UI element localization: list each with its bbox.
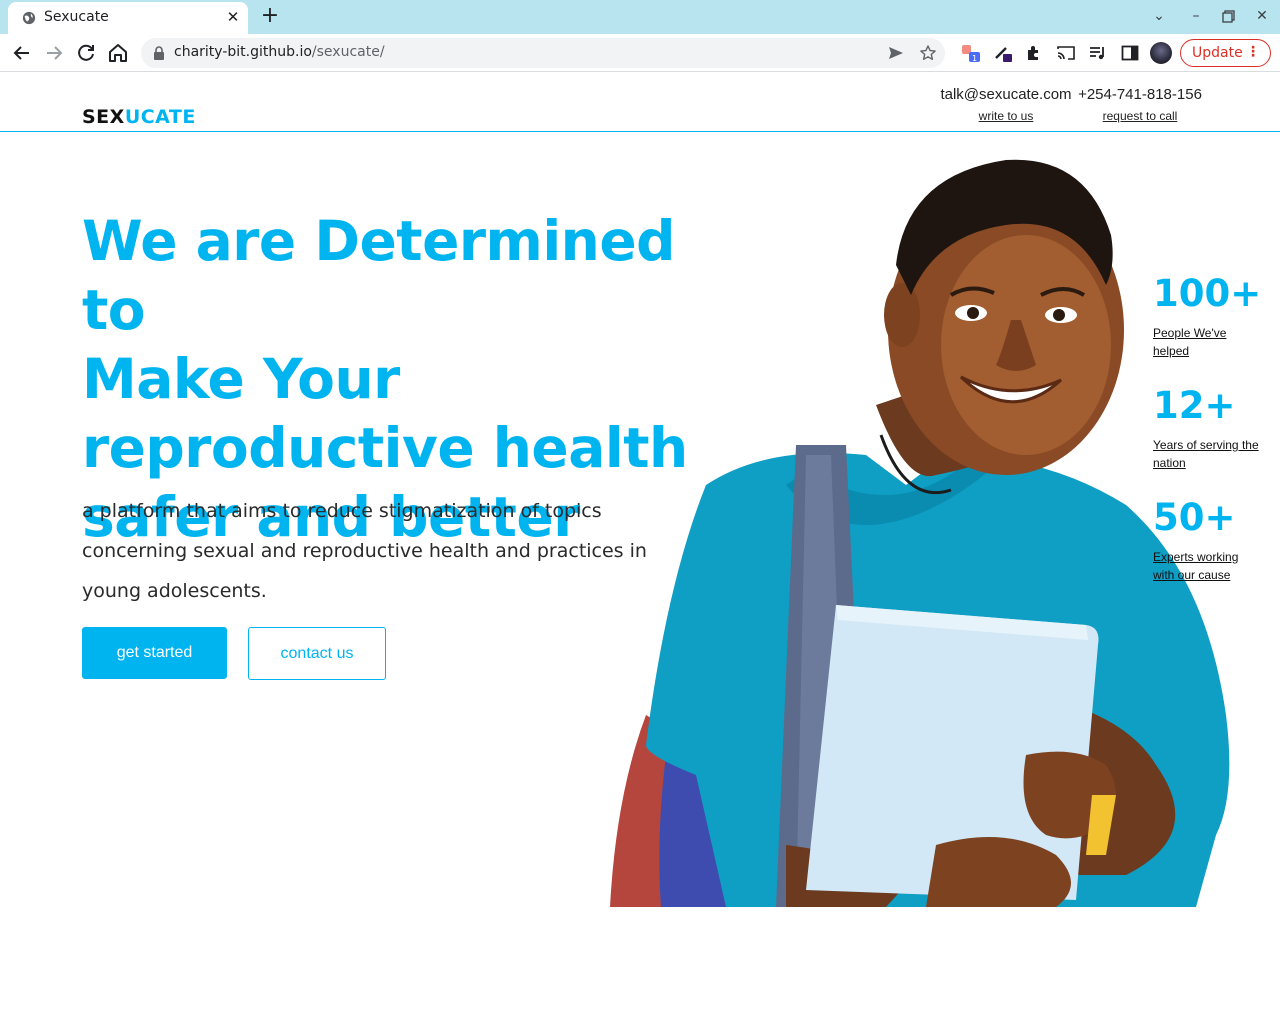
site-logo[interactable]: SEXUCATE [82,106,196,128]
home-icon[interactable] [106,41,130,65]
contact-us-button[interactable]: contact us [248,627,386,680]
lock-icon[interactable] [153,46,165,60]
address-bar[interactable]: charity-bit.github.io/sexucate/ [141,38,945,68]
phone-number: +254-741-818-156 [1078,86,1202,103]
new-tab-icon[interactable]: + [258,5,282,29]
extensions-puzzle-icon[interactable] [1024,43,1044,63]
reload-icon[interactable] [74,41,98,65]
stat-value: 100+ [1153,272,1262,315]
hero-subtitle: a platform that aims to reduce stigmatiz… [82,500,647,602]
profile-avatar[interactable] [1150,42,1172,64]
email-address: talk@sexucate.com [940,86,1072,103]
extension-translate-icon[interactable]: 1 [961,43,981,63]
close-tab-icon[interactable]: ✕ [224,8,242,26]
browser-tab[interactable]: Sexucate ✕ [8,2,248,34]
bookmark-star-icon[interactable] [919,44,937,62]
forward-icon[interactable] [42,41,66,65]
tab-search-icon[interactable]: ⌄ [1151,8,1167,24]
url-text[interactable]: charity-bit.github.io/sexucate/ [174,44,385,60]
send-tab-icon[interactable] [887,44,905,62]
stat-experts: 50+ Experts working with our cause [1153,496,1263,584]
stat-value: 12+ [1153,384,1236,427]
close-window-icon[interactable]: ✕ [1254,8,1270,24]
get-started-button[interactable]: get started [82,627,227,679]
stat-label[interactable]: People We've helped [1153,324,1263,360]
restore-icon[interactable] [1222,10,1235,23]
site-header: SEXUCATE talk@sexucate.com write to us +… [0,73,1280,132]
more-menu-icon: ⋮ [1246,44,1260,60]
back-icon[interactable] [10,41,34,65]
email-contact: talk@sexucate.com write to us [940,86,1072,123]
hero-student-image [610,159,1230,907]
stat-label[interactable]: Years of serving the nation [1153,436,1263,472]
write-to-us-link[interactable]: write to us [940,109,1072,123]
request-to-call-link[interactable]: request to call [1078,109,1202,123]
tab-title: Sexucate [44,9,109,25]
update-button[interactable]: Update ⋮ [1180,39,1271,67]
stat-label[interactable]: Experts working with our cause [1153,548,1263,584]
stat-value: 50+ [1153,496,1236,539]
phone-contact: +254-741-818-156 request to call [1078,86,1202,123]
globe-icon [22,11,36,25]
stat-people-helped: 100+ People We've helped [1153,272,1263,360]
extension-picker-icon[interactable] [993,43,1013,63]
side-panel-icon[interactable] [1120,43,1140,63]
cast-icon[interactable] [1056,43,1076,63]
media-controls-icon[interactable] [1088,43,1108,63]
minimize-icon[interactable]: – [1188,8,1204,24]
stat-years-serving: 12+ Years of serving the nation [1153,384,1263,472]
svg-text:1: 1 [972,54,977,63]
tab-strip: Sexucate ✕ + ⌄ – ✕ [0,0,1280,34]
